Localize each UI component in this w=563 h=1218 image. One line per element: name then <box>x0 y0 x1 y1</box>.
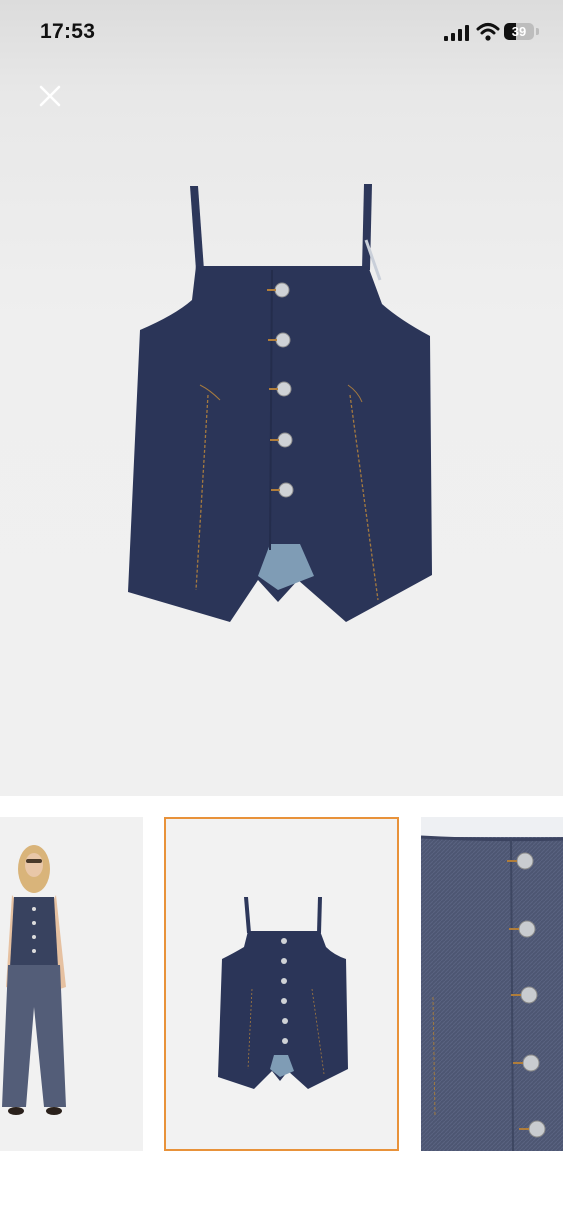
signal-icon <box>444 25 469 41</box>
battery-cap <box>536 28 539 35</box>
model-image <box>0 817 143 1151</box>
status-bar: 17:53 39 <box>0 0 563 66</box>
thumbnail-product[interactable] <box>164 817 399 1151</box>
thumbnail-model[interactable] <box>0 817 143 1151</box>
thumbnail-detail[interactable] <box>421 817 563 1151</box>
image-viewer-hero: 17:53 39 <box>0 0 563 796</box>
wifi-icon <box>476 23 500 41</box>
main-product-image[interactable] <box>100 170 460 640</box>
close-icon <box>39 85 61 107</box>
detail-thumbnail-image <box>421 817 563 1151</box>
status-time: 17:53 <box>40 20 96 43</box>
thumbnail-strip <box>0 817 563 1151</box>
product-thumbnail-image <box>166 819 397 1149</box>
close-button[interactable] <box>34 80 66 112</box>
battery-icon: 39 <box>504 23 534 40</box>
battery-level: 39 <box>511 24 527 39</box>
